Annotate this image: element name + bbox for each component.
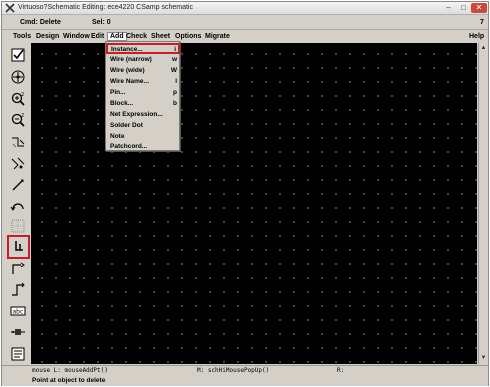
window-title: Virtuoso?Schematic Editing: ece4220 CSam… <box>18 4 193 11</box>
schematic-canvas[interactable] <box>31 43 477 364</box>
menu-help[interactable]: Help <box>469 33 484 40</box>
stretch-button[interactable] <box>9 133 27 151</box>
menu-item-label: Wire (narrow) <box>110 56 152 63</box>
menu-item-shortcut: w <box>171 56 177 63</box>
zoom-out-button[interactable]: 2 <box>9 111 27 129</box>
property-icon <box>11 329 25 335</box>
menu-design[interactable]: Design <box>36 33 59 40</box>
app-window: Virtuoso?Schematic Editing: ece4220 CSam… <box>1 1 489 386</box>
wire-step-icon <box>12 282 25 296</box>
mouse-left-binding: mouse L: mouseAddPt() <box>32 367 108 374</box>
menu-edit[interactable]: Edit <box>91 33 104 40</box>
add-pin-menu-item[interactable]: Pin... p <box>109 88 179 98</box>
menu-bar: Tools Design Window Edit Add Check Sheet… <box>2 31 488 43</box>
pin-button[interactable] <box>9 260 27 278</box>
maximize-button[interactable]: □ <box>457 3 470 13</box>
menu-options[interactable]: Options <box>175 33 201 40</box>
menu-add[interactable]: Add <box>107 32 127 41</box>
property-button[interactable] <box>9 323 27 341</box>
menu-sheet[interactable]: Sheet <box>151 33 170 40</box>
zoom-fit-icon <box>11 70 25 84</box>
note-button[interactable] <box>9 345 27 363</box>
menu-item-label: Patchcord... <box>110 143 148 150</box>
menu-window[interactable]: Window <box>63 33 90 40</box>
add-wire-narrow-menu-item[interactable]: Wire (narrow) w <box>109 55 179 65</box>
instance-icon <box>14 241 23 251</box>
grid-button[interactable] <box>9 217 27 235</box>
wire-narrow-icon <box>12 179 24 191</box>
menu-migrate[interactable]: Migrate <box>205 33 230 40</box>
menu-item-label: Note <box>110 133 125 140</box>
zoom-in-2-icon: 2 <box>11 92 25 106</box>
add-note-menu-item[interactable]: Note <box>109 132 179 142</box>
label-abc-icon: abc <box>10 306 26 316</box>
grid-placeholder-icon <box>11 219 25 233</box>
menu-item-label: Pin... <box>110 89 126 96</box>
menu-item-label: Wire Name... <box>110 78 149 85</box>
menu-item-shortcut: p <box>173 89 177 96</box>
zoom-in-button[interactable]: 2 <box>9 90 27 108</box>
menu-check[interactable]: Check <box>126 33 147 40</box>
menu-item-shortcut: W <box>170 67 177 74</box>
zoom-out-2-icon: 2 <box>11 113 25 127</box>
close-button[interactable]: ✕ <box>471 3 487 13</box>
copy-button[interactable] <box>9 154 27 172</box>
menu-item-label: Wire (wide) <box>110 67 145 74</box>
add-instance-button[interactable] <box>7 235 30 259</box>
svg-text:2: 2 <box>21 92 24 98</box>
menu-item-label: Block... <box>110 100 134 107</box>
menu-item-shortcut: l <box>175 78 177 85</box>
checkbox-icon <box>11 48 25 62</box>
check-save-button[interactable] <box>9 46 27 64</box>
selection-count: Sel: 0 <box>92 19 111 26</box>
menu-item-shortcut: b <box>173 100 177 107</box>
menu-item-label: Instance... <box>111 46 143 53</box>
scroll-up-icon[interactable]: ▲ <box>480 44 487 52</box>
add-wire-wide-menu-item[interactable]: Wire (wide) W <box>109 66 179 76</box>
menu-item-label: Net Expression... <box>110 111 163 118</box>
mouse-status-bar: mouse L: mouseAddPt() M: schHiMousePopUp… <box>2 365 488 375</box>
vertical-scrollbar[interactable]: ▲ ▼ <box>478 43 488 364</box>
zoom-fit-button[interactable] <box>9 68 27 86</box>
svg-text:2: 2 <box>21 113 24 119</box>
svg-text:abc: abc <box>13 309 24 316</box>
wire-button[interactable] <box>9 176 27 194</box>
mouse-middle-binding: M: schHiMousePopUp() <box>197 367 270 374</box>
menu-item-shortcut: i <box>174 46 176 53</box>
left-toolbar: 2 2 abc <box>7 43 30 381</box>
add-wire-name-menu-item[interactable]: Wire Name... l <box>109 77 179 87</box>
add-block-menu-item[interactable]: Block... b <box>109 99 179 109</box>
command-bar: Cmd: Delete Sel: 0 7 <box>2 16 488 30</box>
menu-tools[interactable]: Tools <box>13 33 31 40</box>
copy-icon <box>11 157 25 170</box>
wire-step-button[interactable] <box>9 281 27 299</box>
current-command: Cmd: Delete <box>20 19 61 26</box>
menu-item-label: Solder Dot <box>110 122 143 129</box>
add-solder-dot-menu-item[interactable]: Solder Dot <box>109 121 179 131</box>
prompt-text: Point at object to delete <box>32 377 106 384</box>
add-menu-dropdown: Instance... i Wire (narrow) w Wire (wide… <box>105 41 180 151</box>
virtuoso-logo-icon <box>5 3 15 13</box>
scroll-down-icon[interactable]: ▼ <box>480 354 487 362</box>
prompt-bar: Point at object to delete <box>2 375 488 386</box>
add-instance-menu-item[interactable]: Instance... i <box>106 43 180 54</box>
pin-step-icon <box>12 262 25 274</box>
command-number: 7 <box>480 19 484 26</box>
label-button[interactable]: abc <box>9 302 27 320</box>
undo-arc-icon <box>10 203 24 211</box>
mouse-right-binding: R: <box>337 367 345 374</box>
undo-button[interactable] <box>9 196 27 214</box>
add-net-expression-menu-item[interactable]: Net Expression... <box>109 110 179 120</box>
stretch-icon <box>12 137 25 148</box>
minimize-button[interactable]: – <box>442 3 455 13</box>
note-icon <box>11 347 25 361</box>
title-bar: Virtuoso?Schematic Editing: ece4220 CSam… <box>2 2 488 15</box>
add-patchcord-menu-item[interactable]: Patchcord... <box>109 142 179 152</box>
